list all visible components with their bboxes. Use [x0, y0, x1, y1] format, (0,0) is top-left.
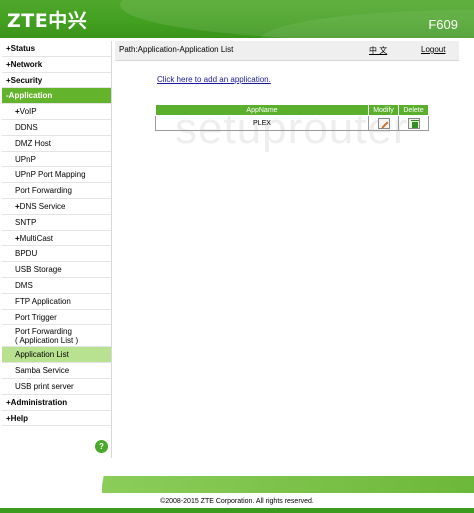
- language-switch-link[interactable]: 中 文: [369, 45, 387, 56]
- sidebar-item-usb-storage[interactable]: USB Storage: [2, 262, 111, 278]
- sidebar-item-label: VoIP: [19, 107, 37, 117]
- footer-left-blank: [0, 476, 102, 493]
- footer-stripe: [95, 476, 474, 493]
- sidebar-item-port-forwarding[interactable]: Port Forwarding: [2, 183, 111, 199]
- sidebar-item-label: DMZ Host: [15, 138, 51, 148]
- sidebar-item-label: USB Storage: [15, 265, 62, 275]
- sidebar-item-ftp-application[interactable]: FTP Application: [2, 294, 111, 310]
- logout-link[interactable]: Logout: [421, 45, 445, 54]
- sidebar-item-label: Security: [10, 75, 43, 85]
- breadcrumb: Path:Application-Application List: [119, 45, 234, 54]
- sidebar-item-label: Port Forwarding: [15, 186, 72, 196]
- sidebar-item-status[interactable]: +Status: [2, 41, 111, 57]
- sidebar-item-dns-service[interactable]: +DNS Service: [2, 199, 111, 215]
- sidebar-item-label: Port Forwarding ( Application List ): [15, 327, 79, 346]
- sidebar-item-label: Application List: [15, 350, 69, 360]
- sidebar-item-application-list[interactable]: Application List: [2, 347, 111, 364]
- sidebar-item-port-trigger[interactable]: Port Trigger: [2, 310, 111, 326]
- sidebar-item-bpdu[interactable]: BPDU: [2, 246, 111, 263]
- sidebar-item-label: Administration: [10, 397, 68, 407]
- sidebar-menu: +Status +Network +Security -Application +VoI…: [2, 41, 112, 458]
- sidebar-item-upnp[interactable]: UPnP: [2, 152, 111, 168]
- modify-cell: [368, 115, 399, 131]
- trash-icon[interactable]: [407, 117, 420, 129]
- table-header-row: AppName Modify Delete: [155, 104, 429, 116]
- table-row: PLEX: [155, 115, 429, 131]
- sidebar-item-voip[interactable]: +VoIP: [2, 104, 111, 120]
- sidebar-item-sntp[interactable]: SNTP: [2, 215, 111, 231]
- sidebar-item-label: Network: [10, 59, 43, 69]
- header-banner: ZTE中兴 F609: [0, 0, 474, 38]
- sidebar-item-label: Help: [10, 413, 29, 423]
- sidebar-item-label: Port Trigger: [15, 312, 57, 322]
- sidebar-item-multicast[interactable]: +MultiCast: [2, 231, 111, 247]
- copyright-text: ©2008-2015 ZTE Corporation. All rights r…: [160, 498, 314, 505]
- sidebar-item-usb-print-server[interactable]: USB print server: [2, 379, 111, 395]
- sidebar-item-ddns[interactable]: DDNS: [2, 120, 111, 136]
- sidebar-item-label: DNS Service: [19, 201, 66, 211]
- app-name-cell: PLEX: [155, 115, 369, 131]
- sidebar-item-samba-service[interactable]: Samba Service: [2, 363, 111, 379]
- sidebar-item-label: Samba Service: [15, 366, 70, 376]
- sidebar-item-label: SNTP: [15, 217, 37, 227]
- bottom-line: [0, 508, 474, 513]
- sidebar-item-label: UPnP: [15, 154, 36, 164]
- sidebar-item-label: DDNS: [15, 122, 38, 132]
- sidebar-item-label: BPDU: [15, 249, 38, 259]
- model-name: F609: [428, 17, 458, 32]
- sidebar-item-label: UPnP Port Mapping: [15, 170, 86, 180]
- sidebar-item-dms[interactable]: DMS: [2, 278, 111, 294]
- sidebar-item-network[interactable]: +Network: [2, 57, 111, 73]
- add-application-link[interactable]: Click here to add an application.: [157, 75, 271, 84]
- sidebar-item-help[interactable]: +Help: [2, 411, 111, 427]
- sidebar-item-label: USB print server: [15, 381, 74, 391]
- sidebar-item-label: FTP Application: [15, 296, 71, 306]
- column-header-modify: Modify: [368, 104, 399, 116]
- sidebar-item-port-forwarding-application-list[interactable]: Port Forwarding ( Application List ): [2, 325, 111, 348]
- sidebar-item-application[interactable]: -Application: [2, 88, 111, 105]
- sidebar-item-label: DMS: [15, 280, 33, 290]
- sidebar-item-administration[interactable]: +Administration: [2, 395, 111, 411]
- sidebar-item-upnp-port-mapping[interactable]: UPnP Port Mapping: [2, 167, 111, 184]
- sidebar-item-label: MultiCast: [19, 233, 54, 243]
- sidebar-item-dmz-host[interactable]: DMZ Host: [2, 136, 111, 152]
- zte-logo: ZTE中兴: [7, 10, 88, 32]
- sidebar-item-security[interactable]: +Security: [2, 73, 111, 89]
- sidebar-item-label: Status: [10, 44, 36, 53]
- pencil-icon[interactable]: [377, 117, 390, 129]
- sidebar-item-label: Application: [8, 91, 53, 101]
- path-bar: Path:Application-Application List 中 文 Lo…: [115, 41, 459, 61]
- application-table: AppName Modify Delete PLEX: [155, 104, 429, 131]
- column-header-appname: AppName: [155, 104, 369, 116]
- column-header-delete: Delete: [398, 104, 429, 116]
- delete-cell: [398, 115, 429, 131]
- help-icon[interactable]: ?: [95, 440, 108, 453]
